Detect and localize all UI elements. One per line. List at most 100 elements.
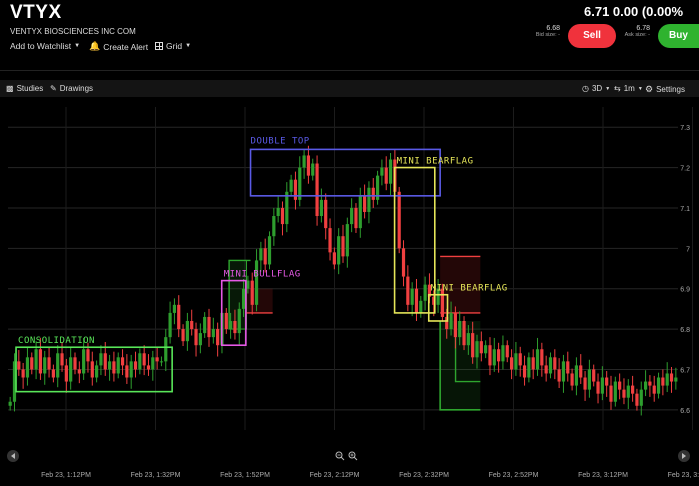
candlestick bbox=[665, 362, 669, 393]
price-chart[interactable]: CONSOLIDATION DOUBLE TOP MINI BEARFLAG MINI… bbox=[0, 97, 699, 486]
candlestick bbox=[384, 156, 388, 191]
candlestick bbox=[497, 342, 501, 373]
candlestick bbox=[47, 347, 51, 378]
candlestick bbox=[159, 356, 164, 367]
candlestick bbox=[570, 368, 574, 391]
settings-label: Settings bbox=[656, 85, 685, 94]
candlestick bbox=[90, 351, 94, 386]
clock-icon: ◷ bbox=[582, 84, 589, 93]
drawings-label: Drawings bbox=[59, 84, 94, 93]
ticker-symbol: VTYX bbox=[10, 2, 62, 23]
candlestick bbox=[142, 345, 146, 376]
x-tick-label: Feb 23, 3:32PM bbox=[668, 472, 699, 479]
candlestick bbox=[531, 349, 535, 380]
interval-selector[interactable]: ⇆ 1m ▼ bbox=[614, 84, 643, 93]
candlestick bbox=[285, 182, 289, 233]
candlestick bbox=[397, 186, 401, 254]
candlestick bbox=[125, 354, 129, 384]
x-tick-label: Feb 23, 2:12PM bbox=[310, 472, 360, 479]
candlestick bbox=[462, 316, 466, 351]
x-tick-label: Feb 23, 2:52PM bbox=[489, 472, 539, 479]
candlestick bbox=[168, 301, 172, 344]
candlestick bbox=[505, 340, 509, 363]
grid-icon bbox=[155, 42, 163, 50]
candlestick bbox=[419, 295, 423, 318]
candlestick bbox=[77, 361, 81, 384]
candlestick bbox=[414, 278, 419, 321]
zoom-out-icon[interactable] bbox=[335, 451, 345, 461]
candlestick bbox=[583, 371, 587, 401]
candlestick bbox=[350, 198, 354, 233]
candlestick bbox=[587, 359, 591, 398]
zoom-in-icon[interactable] bbox=[348, 451, 358, 461]
consolidation-label: CONSOLIDATION bbox=[18, 336, 95, 346]
ask-size-label: Ask size: - bbox=[624, 32, 650, 38]
range-label: 3D bbox=[591, 84, 603, 93]
candlestick bbox=[289, 174, 293, 197]
chevron-down-icon: ▼ bbox=[605, 85, 611, 92]
candlestick bbox=[656, 372, 661, 399]
bid-size-value: 6.68 bbox=[546, 25, 560, 32]
candlestick bbox=[17, 350, 21, 376]
bell-icon: 🔔 bbox=[89, 41, 101, 51]
candlestick bbox=[164, 329, 168, 372]
candlestick bbox=[553, 349, 557, 380]
candlestick bbox=[280, 201, 285, 236]
candlestick bbox=[151, 350, 155, 381]
candlestick bbox=[64, 358, 68, 393]
candlestick bbox=[540, 342, 544, 377]
y-tick-label: 6.9 bbox=[680, 287, 690, 294]
candlestick bbox=[25, 347, 30, 386]
candlestick bbox=[95, 360, 99, 383]
candlestick bbox=[8, 396, 12, 411]
candlestick bbox=[557, 358, 561, 389]
candlestick bbox=[492, 337, 496, 372]
candlestick bbox=[345, 217, 349, 268]
candlestick bbox=[643, 370, 648, 397]
candlestick bbox=[211, 317, 215, 344]
candlestick bbox=[509, 349, 514, 380]
y-tick-label: 7.1 bbox=[680, 206, 690, 213]
y-tick-label: 7.2 bbox=[680, 166, 690, 173]
candlestick bbox=[172, 298, 177, 325]
last-price-change: 6.71 0.00 (0.00% bbox=[584, 4, 684, 19]
candlestick bbox=[190, 309, 194, 336]
sell-button[interactable]: Sell bbox=[568, 24, 616, 48]
candlestick bbox=[56, 345, 60, 388]
y-tick-label: 6.6 bbox=[680, 408, 690, 415]
candlestick bbox=[375, 170, 380, 205]
candlestick bbox=[648, 375, 652, 397]
x-tick-label: Feb 23, 3:12PM bbox=[578, 472, 628, 479]
buy-button[interactable]: Buy bbox=[658, 24, 699, 48]
candlestick bbox=[605, 371, 609, 397]
candlestick bbox=[267, 231, 272, 270]
candlestick bbox=[527, 352, 531, 383]
candlestick bbox=[535, 337, 540, 376]
candlestick bbox=[120, 349, 125, 376]
candlestick bbox=[324, 193, 328, 240]
range-selector[interactable]: ◷ 3D ▼ bbox=[582, 84, 610, 93]
candlestick bbox=[203, 312, 207, 338]
x-tick-label: Feb 23, 1:32PM bbox=[131, 472, 181, 479]
add-watchlist-label: Add to Watchlist bbox=[10, 41, 72, 51]
y-tick-label: 6.7 bbox=[680, 367, 690, 374]
settings-button[interactable]: ⚙ Settings bbox=[645, 84, 685, 95]
double-top-label: DOUBLE TOP bbox=[251, 136, 310, 146]
add-watchlist-button[interactable]: Add to Watchlist ▼ bbox=[10, 41, 80, 51]
candlestick bbox=[674, 367, 678, 390]
create-alert-button[interactable]: 🔔 Create Alert bbox=[89, 41, 148, 52]
studies-button[interactable]: ▩ Studies bbox=[6, 84, 43, 93]
grid-button[interactable]: Grid ▼ bbox=[155, 41, 191, 51]
drawings-button[interactable]: ✎ Drawings bbox=[50, 84, 93, 93]
candlestick bbox=[224, 308, 228, 334]
candlestick bbox=[146, 354, 151, 376]
candlestick bbox=[367, 181, 371, 224]
candlestick bbox=[254, 249, 259, 312]
candlestick bbox=[30, 352, 34, 375]
ask-size: 6.78 Ask size: - bbox=[620, 25, 650, 38]
candlestick bbox=[293, 171, 298, 210]
candlestick bbox=[574, 357, 579, 396]
candlestick bbox=[332, 247, 336, 270]
candlestick bbox=[129, 354, 133, 389]
candlestick bbox=[652, 375, 656, 402]
